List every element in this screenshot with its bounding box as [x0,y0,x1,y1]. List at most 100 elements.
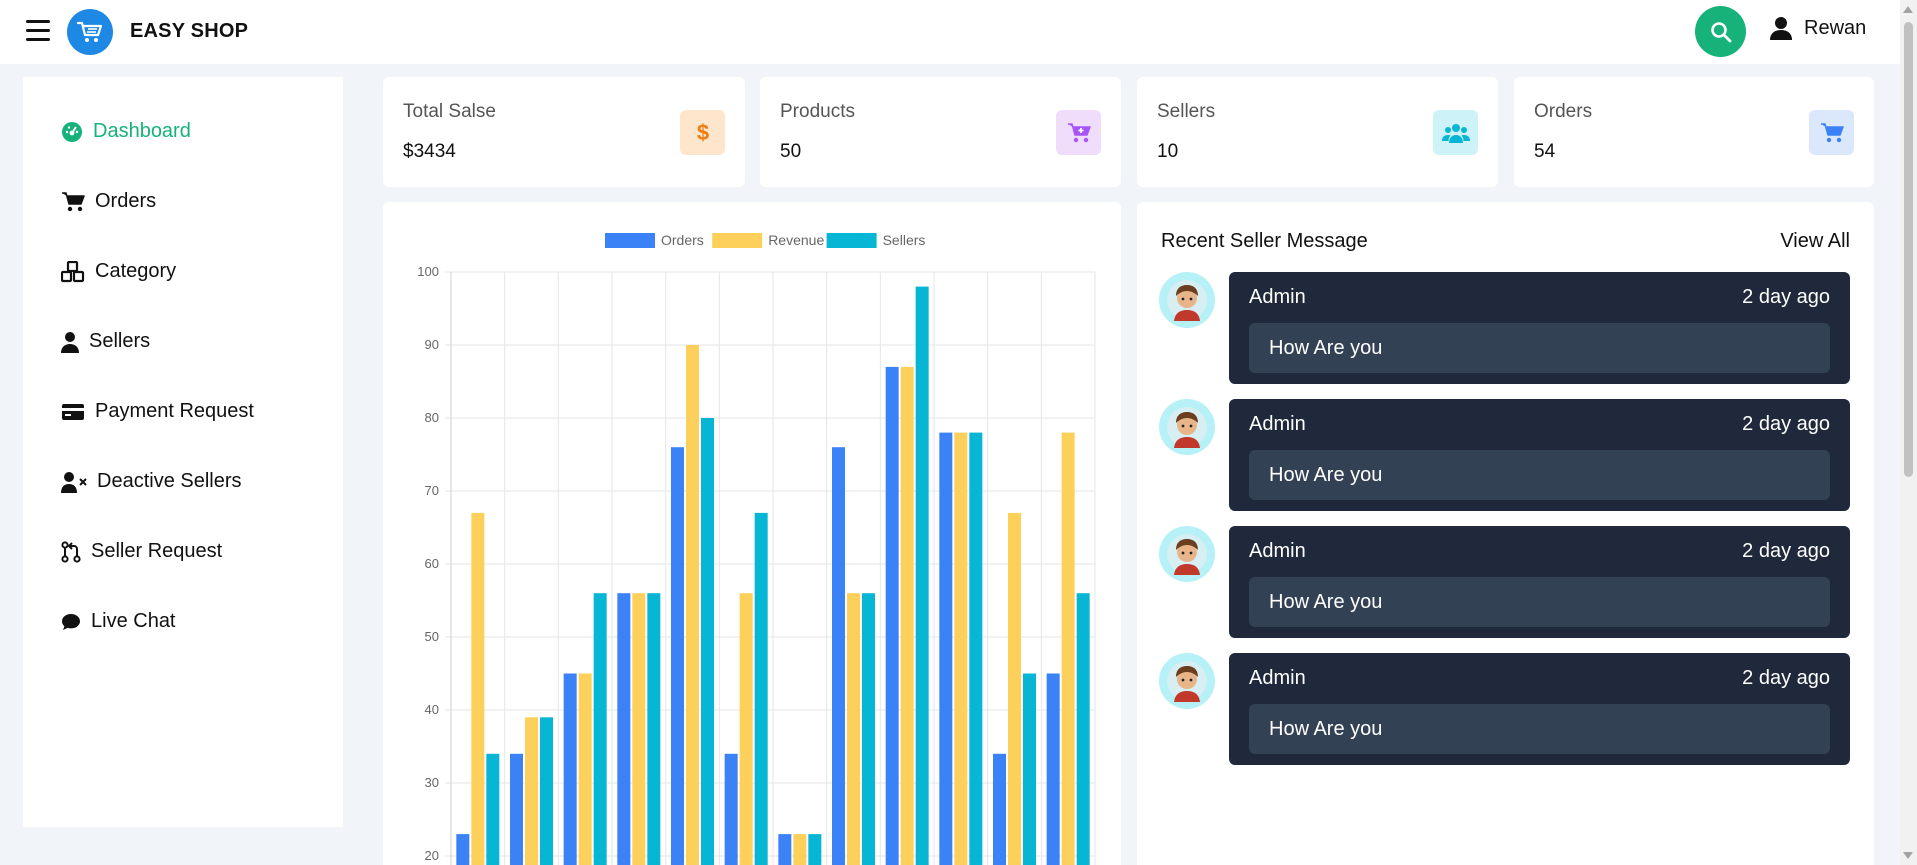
bar-orders [885,366,899,865]
sidebar-item-seller-request[interactable]: Seller Request [61,540,222,563]
cubes-icon [61,260,85,282]
page-scrollbar[interactable] [1900,0,1917,865]
user-name: Rewan [1804,16,1867,39]
message-text: How Are you [1269,464,1383,486]
stat-card-orders: Orders 54 [1514,77,1874,187]
message-text: How Are you [1269,591,1383,613]
message-bubble: Admin 2 day ago How Are you [1229,272,1850,384]
message-bubble: Admin 2 day ago How Are you [1229,526,1850,638]
avatar [1159,653,1215,709]
bar-revenue [471,512,485,865]
stat-label: Products [780,101,855,122]
legend-swatch [826,233,877,248]
svg-text:$: $ [696,121,708,145]
avatar [1159,272,1215,328]
stat-value: 54 [1534,141,1556,162]
sidebar-item-live-chat[interactable]: Live Chat [61,610,176,633]
sidebar-item-label: Seller Request [91,540,223,562]
bar-revenue [1061,432,1075,865]
bar-revenue [954,432,968,865]
search-button[interactable] [1695,6,1746,57]
sidebar-item-deactive-sellers[interactable]: Deactive Sellers [61,470,242,493]
sidebar-item-label: Sellers [89,330,151,352]
bar-sellers [1076,593,1090,865]
chart-panel: 20 30 40 50 60 70 80 90 100 Orders Revenue Sellers [383,202,1121,865]
view-all-link[interactable]: View All [1780,230,1850,253]
message-text: How Are you [1269,337,1383,359]
credit-card-icon [62,403,84,420]
sidebar-item-dashboard[interactable]: Dashboard [61,120,191,143]
sidebar-item-orders[interactable]: Orders [61,190,156,213]
stat-card-products: Products 50 [760,77,1121,187]
stat-value: $3434 [403,141,456,162]
sender-name: Admin [1249,286,1306,308]
legend-label: Orders [661,232,704,248]
y-tick-label: 100 [417,264,439,279]
legend-swatch [712,233,763,248]
y-tick-label: 90 [425,337,439,352]
bar-revenue [793,834,807,865]
user-x-icon [61,471,87,493]
bar-sellers [754,512,768,865]
bar-orders [993,753,1006,865]
bar-revenue [686,345,699,865]
panel-title: Recent Seller Message [1161,230,1368,252]
stat-value: 10 [1157,141,1179,162]
bar-sellers [593,593,607,865]
message-item[interactable]: Admin 2 day ago How Are you [1159,653,1850,765]
y-tick-label: 50 [425,629,439,644]
message-text-box: How Are you [1249,323,1830,373]
recent-messages-panel: Recent Seller Message View All Admin 2 d… [1137,202,1874,865]
message-time: 2 day ago [1742,286,1830,308]
bar-sellers [540,717,553,865]
avatar [1159,526,1215,582]
legend-label: Sellers [883,232,926,248]
stat-label: Orders [1534,101,1593,122]
user-icon [61,331,79,353]
bar-revenue [578,673,592,865]
message-item[interactable]: Admin 2 day ago How Are you [1159,526,1850,638]
bar-orders [778,834,792,865]
sidebar-item-label: Orders [95,190,157,212]
stat-card-total-sales: Total Salse $3434 $ [383,77,745,187]
dollar-icon: $ [680,110,725,155]
bar-sellers [1023,673,1036,865]
legend-swatch [605,233,655,248]
scroll-up-arrow-icon[interactable] [1903,6,1913,13]
bar-revenue [739,593,753,865]
message-item[interactable]: Admin 2 day ago How Are you [1159,399,1850,511]
message-text-box: How Are you [1249,577,1830,627]
bar-revenue [632,593,646,865]
sidebar-item-category[interactable]: Category [61,260,176,283]
message-item[interactable]: Admin 2 day ago How Are you [1159,272,1850,384]
scroll-down-arrow-icon[interactable] [1903,852,1913,859]
sidebar-item-payment-request[interactable]: Payment Request [61,400,254,423]
stat-label: Total Salse [403,101,496,122]
stat-value: 50 [780,141,802,162]
bar-sellers [915,286,929,865]
search-icon [1710,21,1731,42]
legend-label: Revenue [768,232,824,248]
sidebar-item-label: Live Chat [91,610,176,632]
y-tick-label: 60 [425,556,439,571]
git-pull-request-icon [61,540,81,563]
stat-label: Sellers [1157,101,1216,122]
chat-icon [62,613,80,630]
top-bar: EASY SHOP Rewan [0,0,1900,64]
sidebar: Dashboard Orders Category Sellers Paymen… [23,77,343,827]
cart-icon [62,191,85,211]
y-tick-label: 80 [425,410,439,425]
y-tick-label: 40 [425,702,439,717]
user-menu[interactable]: Rewan [1770,16,1866,40]
message-text-box: How Are you [1249,704,1830,754]
scroll-thumb[interactable] [1904,22,1913,477]
sidebar-item-label: Category [95,260,177,282]
gauge-icon [62,121,82,142]
message-time: 2 day ago [1742,413,1830,435]
cart-icon [1809,110,1854,155]
bar-revenue [900,366,914,865]
bar-revenue [525,717,538,865]
bar-revenue [847,593,860,865]
menu-icon[interactable] [26,20,50,42]
sidebar-item-sellers[interactable]: Sellers [61,330,150,353]
